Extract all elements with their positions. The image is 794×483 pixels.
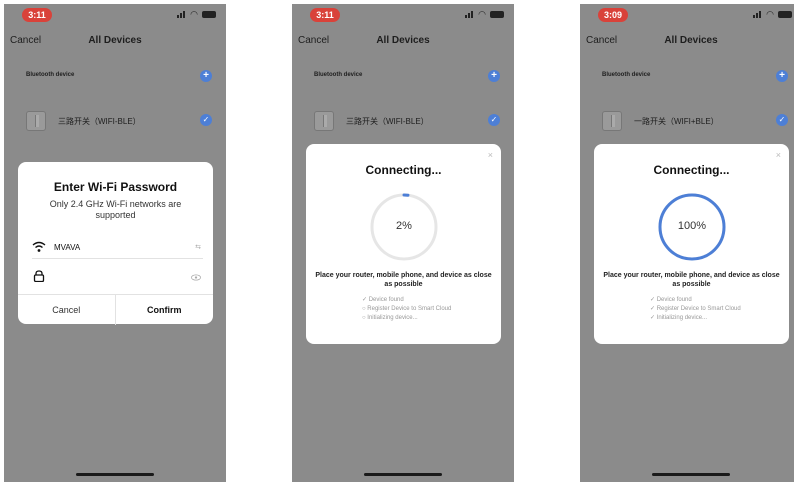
switch-device-icon <box>602 111 622 131</box>
device-name: 三路开关（WIFI-BLE） <box>58 117 141 126</box>
nav-bar: Cancel All Devices <box>580 32 794 52</box>
connecting-message: Place your router, mobile phone, and dev… <box>315 272 492 288</box>
wifi-status-icon: ◠ <box>478 9 486 19</box>
phone-screen-connecting-start: 3:11 ◠ Cancel All Devices Bluetooth devi… <box>292 4 514 482</box>
status-time: 3:11 <box>22 8 52 22</box>
progress-percent: 2% <box>396 220 412 232</box>
connecting-title: Connecting... <box>365 163 442 177</box>
device-name: 一路开关（WIFI+BLE） <box>634 117 719 126</box>
signal-icon <box>465 10 474 18</box>
page-title: All Devices <box>664 35 718 46</box>
status-time: 3:09 <box>598 8 628 22</box>
switch-device-icon <box>314 111 334 131</box>
connecting-card: × Connecting... 2% Place your router, mo… <box>306 144 501 344</box>
plus-icon: + <box>779 70 785 81</box>
status-bar: 3:11 ◠ <box>292 4 514 30</box>
step-item: ✓ Device found <box>362 297 404 303</box>
section-label: Bluetooth device <box>26 72 75 78</box>
check-icon[interactable]: ✓ <box>488 114 500 126</box>
ssid-value: MVAVA <box>54 243 81 252</box>
connecting-title: Connecting... <box>653 163 730 177</box>
connecting-message: Place your router, mobile phone, and dev… <box>603 272 780 288</box>
ssid-field[interactable]: MVAVA ⇆ <box>32 237 203 259</box>
nav-bar: Cancel All Devices <box>4 32 226 52</box>
home-indicator <box>652 473 730 476</box>
dialog-title: Enter Wi-Fi Password <box>53 180 178 194</box>
nav-bar: Cancel All Devices <box>292 32 514 52</box>
step-item: ○ Initializing device... <box>362 315 418 321</box>
switch-device-icon <box>26 111 46 131</box>
battery-icon <box>202 10 216 18</box>
device-row[interactable]: 三路开关（WIFI-BLE） ✓ <box>314 108 500 132</box>
page-title: All Devices <box>88 35 142 46</box>
add-device-button[interactable]: + <box>776 70 788 82</box>
wifi-status-icon: ◠ <box>190 9 198 19</box>
add-device-button[interactable]: + <box>488 70 500 82</box>
step-item: ✓ Register Device to Smart Cloud <box>650 306 741 312</box>
cancel-button[interactable]: Cancel <box>18 295 116 325</box>
home-indicator <box>76 473 154 476</box>
add-device-button[interactable]: + <box>200 70 212 82</box>
step-item: ○ Register Device to Smart Cloud <box>362 306 452 312</box>
phone-screen-wifi-password: 3:11 ◠ Cancel All Devices Bluetooth devi… <box>4 4 226 482</box>
phone-screen-connecting-done: 3:09 ◠ Cancel All Devices Bluetooth devi… <box>580 4 794 482</box>
close-icon[interactable]: × <box>488 150 493 160</box>
progress-ring: 100% <box>656 191 728 263</box>
eye-icon[interactable] <box>191 274 201 281</box>
lock-icon <box>33 270 45 282</box>
status-icons: ◠ <box>465 9 504 19</box>
wifi-status-icon: ◠ <box>766 9 774 19</box>
dialog-buttons: Cancel Confirm <box>18 294 214 325</box>
status-bar: 3:11 ◠ <box>4 4 226 30</box>
device-row[interactable]: 三路开关（WIFI-BLE） ✓ <box>26 108 212 132</box>
step-item: ✓ Device found <box>650 297 692 303</box>
progress-ring: 2% <box>368 191 440 263</box>
steps-list: ✓ Device found ○ Register Device to Smar… <box>362 296 451 323</box>
switch-network-icon[interactable]: ⇆ <box>195 243 201 251</box>
confirm-button[interactable]: Confirm <box>116 295 214 325</box>
check-icon[interactable]: ✓ <box>776 114 788 126</box>
wifi-password-dialog: Enter Wi-Fi Password Only 2.4 GHz Wi-Fi … <box>18 162 214 325</box>
wifi-icon <box>32 241 46 252</box>
status-time: 3:11 <box>310 8 340 22</box>
plus-icon: + <box>203 70 209 81</box>
dialog-subtitle: Only 2.4 GHz Wi-Fi networks are supporte… <box>49 199 182 220</box>
status-icons: ◠ <box>177 9 216 19</box>
close-icon[interactable]: × <box>776 150 781 160</box>
plus-icon: + <box>491 70 497 81</box>
progress-percent: 100% <box>677 220 707 232</box>
steps-list: ✓ Device found ✓ Register Device to Smar… <box>650 296 741 323</box>
page-title: All Devices <box>376 35 430 46</box>
device-name: 三路开关（WIFI-BLE） <box>346 117 429 126</box>
password-field[interactable] <box>32 266 203 288</box>
section-label: Bluetooth device <box>602 72 651 78</box>
home-indicator <box>364 473 442 476</box>
signal-icon <box>177 10 186 18</box>
check-icon[interactable]: ✓ <box>200 114 212 126</box>
device-row[interactable]: 一路开关（WIFI+BLE） ✓ <box>602 108 788 132</box>
battery-icon <box>778 10 792 18</box>
status-icons: ◠ <box>753 9 792 19</box>
signal-icon <box>753 10 762 18</box>
section-label: Bluetooth device <box>314 72 363 78</box>
step-item: ✓ Initializing device... <box>650 315 708 321</box>
status-bar: 3:09 ◠ <box>580 4 794 30</box>
connecting-card: × Connecting... 100% Place your router, … <box>594 144 789 344</box>
battery-icon <box>490 10 504 18</box>
